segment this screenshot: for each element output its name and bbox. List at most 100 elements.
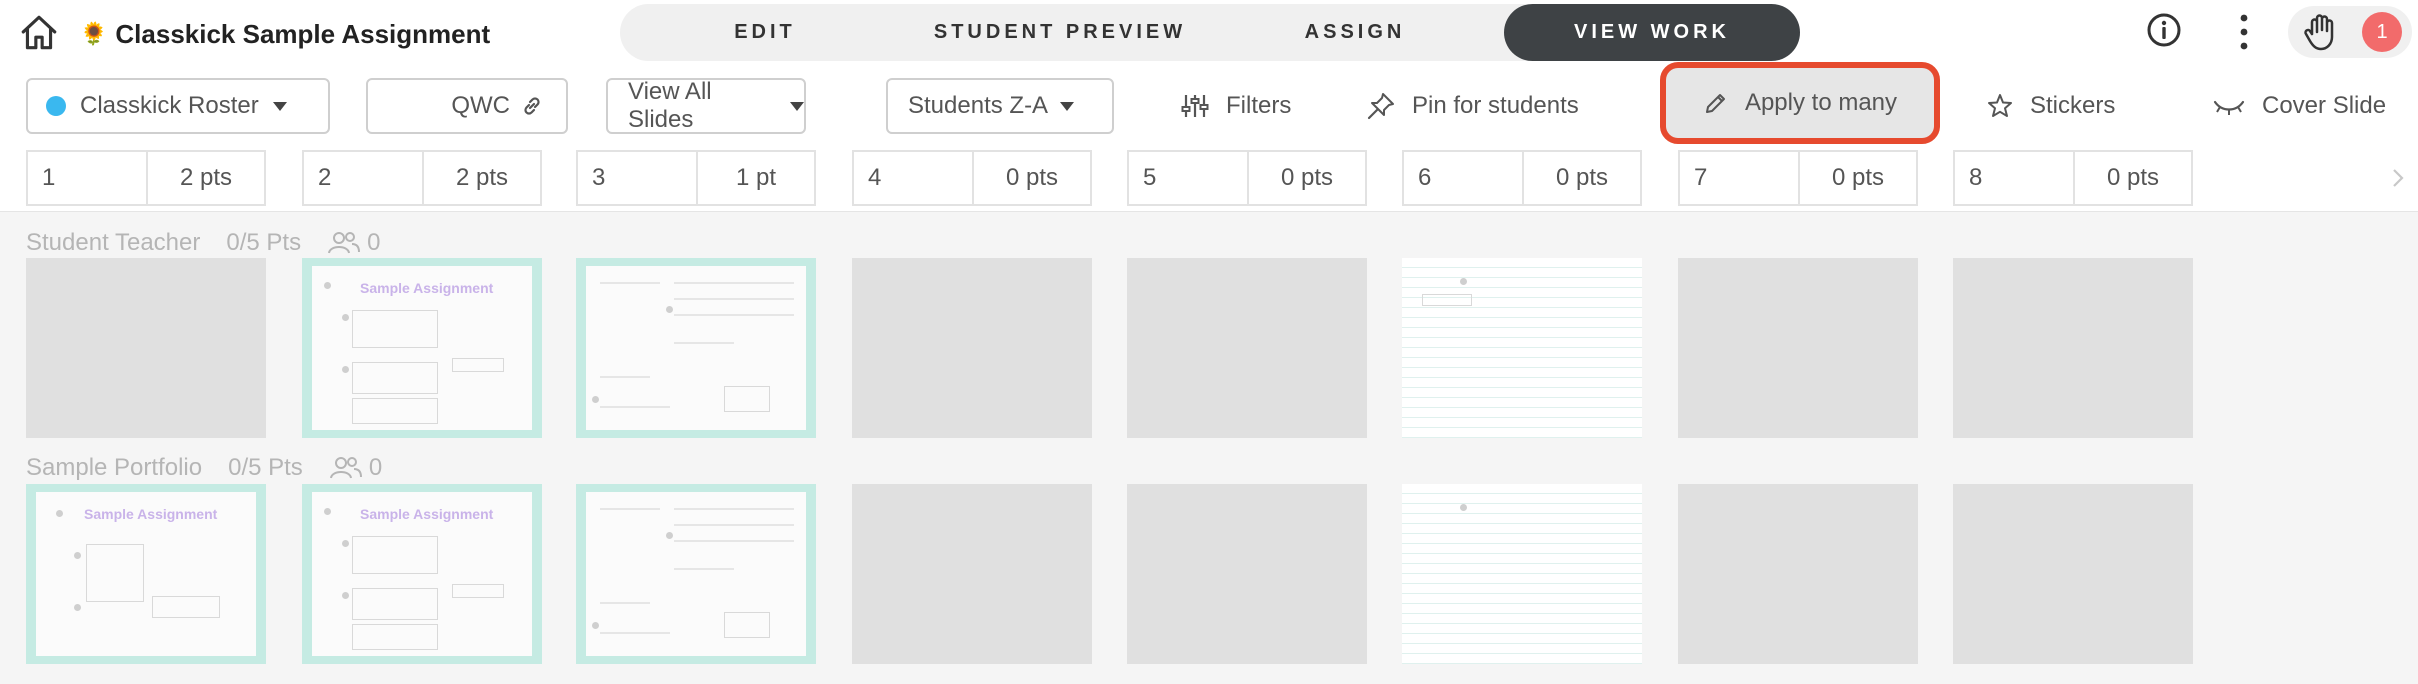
student-row-header[interactable]: Sample Portfolio 0/5 Pts 0 <box>26 451 382 485</box>
roster-color-dot <box>46 96 66 116</box>
slide-thumbnail[interactable] <box>1402 484 1642 664</box>
worksheet-answer-box <box>352 362 438 394</box>
worksheet-marker <box>1460 504 1467 511</box>
worksheet-title: Sample Assignment <box>84 506 218 522</box>
sort-label: Students Z-A <box>908 92 1049 119</box>
slide-number-cell[interactable]: 6 <box>1402 150 1524 206</box>
student-name: Student Teacher <box>26 229 201 256</box>
sunflower-emoji: 🌻 <box>80 21 108 46</box>
worksheet-answer-box <box>352 398 438 424</box>
slide-thumbnail[interactable] <box>1678 258 1918 438</box>
class-code-label: QWC <box>451 92 510 119</box>
slide-thumbnail[interactable] <box>852 484 1092 664</box>
slide-points-cell[interactable]: 0 pts <box>972 150 1092 206</box>
worksheet-page: Sample Assignment <box>312 266 532 430</box>
slide-points-cell[interactable]: 0 pts <box>1798 150 1918 206</box>
student-row-header[interactable]: Student Teacher 0/5 Pts 0 <box>26 226 380 260</box>
cover-slide-button[interactable]: Cover Slide <box>2212 78 2386 134</box>
slide-number-cell[interactable]: 7 <box>1678 150 1800 206</box>
worksheet-page <box>586 266 806 430</box>
worksheet-text-line <box>674 342 734 344</box>
slide-number-cell[interactable]: 5 <box>1127 150 1249 206</box>
pencil-icon <box>1705 94 1725 113</box>
slide-thumbnail[interactable] <box>1953 258 2193 438</box>
slide-thumbnail[interactable]: Sample Assignment <box>26 484 266 664</box>
slide-thumbnail[interactable] <box>1678 484 1918 664</box>
more-vertical-icon[interactable] <box>2232 10 2256 54</box>
worksheet-marker <box>74 552 81 559</box>
slide-thumbnail[interactable]: Sample Assignment <box>302 484 542 664</box>
home-icon[interactable] <box>18 12 60 54</box>
tab-edit[interactable]: EDIT <box>640 4 890 61</box>
student-group: 0 <box>329 454 382 482</box>
worksheet-title: Sample Assignment <box>360 280 494 296</box>
worksheet-answer-box <box>352 588 438 620</box>
slide-points-cell[interactable]: 2 pts <box>422 150 542 206</box>
slide-number-cell[interactable]: 4 <box>852 150 974 206</box>
assignment-title-text: Classkick Sample Assignment <box>115 18 491 49</box>
stickers-label: Stickers <box>2030 92 2116 119</box>
slide-points-cell[interactable]: 0 pts <box>1247 150 1367 206</box>
slide-thumbnail[interactable] <box>576 258 816 438</box>
slide-thumbnail[interactable]: Sample Assignment <box>302 258 542 438</box>
student-group-count: 0 <box>367 229 381 256</box>
slide-number-cell[interactable]: 8 <box>1953 150 2075 206</box>
slide-number-cell[interactable]: 1 <box>26 150 148 206</box>
worksheet-marker <box>324 282 331 289</box>
caret-down-icon <box>790 101 804 111</box>
student-score: 0/5 Pts <box>228 454 303 481</box>
worksheet-marker <box>592 396 599 403</box>
slide-points-cell[interactable]: 1 pt <box>696 150 816 206</box>
cover-slide-label: Cover Slide <box>2262 92 2387 119</box>
slide-number-cell[interactable]: 3 <box>576 150 698 206</box>
sort-dropdown[interactable]: Students Z-A <box>886 78 1114 134</box>
worksheet-text-line <box>674 524 794 526</box>
slide-points-cell[interactable]: 0 pts <box>2073 150 2193 206</box>
caret-down-icon <box>272 101 287 111</box>
slides-filter-dropdown[interactable]: View All Slides <box>606 78 806 134</box>
worksheet-marker <box>342 540 349 547</box>
student-group: 0 <box>327 229 380 257</box>
stickers-button[interactable]: Stickers <box>1986 78 2115 134</box>
filters-button[interactable]: Filters <box>1180 78 1291 134</box>
worksheet-text-line <box>600 632 670 634</box>
slide-thumbnail[interactable] <box>1402 258 1642 438</box>
pin-for-students-button[interactable]: Pin for students <box>1366 78 1579 134</box>
star-icon <box>1988 94 2012 117</box>
worksheet-text-line <box>674 508 794 510</box>
worksheet-text-line <box>674 282 794 284</box>
student-name: Sample Portfolio <box>26 454 203 481</box>
slide-thumbnail[interactable] <box>1127 258 1367 438</box>
worksheet-text-line <box>600 602 650 604</box>
tab-assign[interactable]: ASSIGN <box>1240 4 1470 61</box>
eye-closed-icon <box>2213 100 2245 115</box>
info-icon[interactable] <box>2146 12 2182 48</box>
slide-points-cell[interactable]: 0 pts <box>1522 150 1642 206</box>
chevron-right-icon[interactable] <box>2388 164 2408 192</box>
tab-view-work[interactable]: VIEW WORK <box>1504 4 1800 61</box>
slide-thumbnail[interactable] <box>26 258 266 438</box>
raised-hand-icon[interactable] <box>2300 10 2344 54</box>
apply-to-many-button[interactable]: Apply to many <box>1666 68 1934 138</box>
slides-filter-label: View All Slides <box>628 78 712 133</box>
slide-number-cell[interactable]: 2 <box>302 150 424 206</box>
worksheet-marker <box>324 508 331 515</box>
group-icon <box>329 457 362 479</box>
worksheet-text-line <box>600 282 660 284</box>
class-code-button[interactable]: QWC <box>366 78 568 134</box>
link-icon <box>524 97 540 115</box>
tab-student-preview[interactable]: STUDENT PREVIEW <box>900 4 1220 61</box>
student-group-count: 0 <box>368 454 383 481</box>
worksheet-title: Sample Assignment <box>360 506 494 522</box>
slide-thumbnail[interactable] <box>576 484 816 664</box>
slide-thumbnail[interactable] <box>852 258 1092 438</box>
slide-thumbnail[interactable] <box>1953 484 2193 664</box>
slide-thumbnail[interactable] <box>1127 484 1367 664</box>
roster-dropdown[interactable]: Classkick Roster <box>26 78 330 134</box>
assignment-title[interactable]: 🌻 Classkick Sample Assignment <box>80 14 490 54</box>
worksheet-text-line <box>600 508 660 510</box>
worksheet-marker <box>56 510 63 517</box>
slide-points-cell[interactable]: 2 pts <box>146 150 266 206</box>
worksheet-answer-box <box>1422 294 1472 306</box>
worksheet-page: Sample Assignment <box>312 492 532 656</box>
